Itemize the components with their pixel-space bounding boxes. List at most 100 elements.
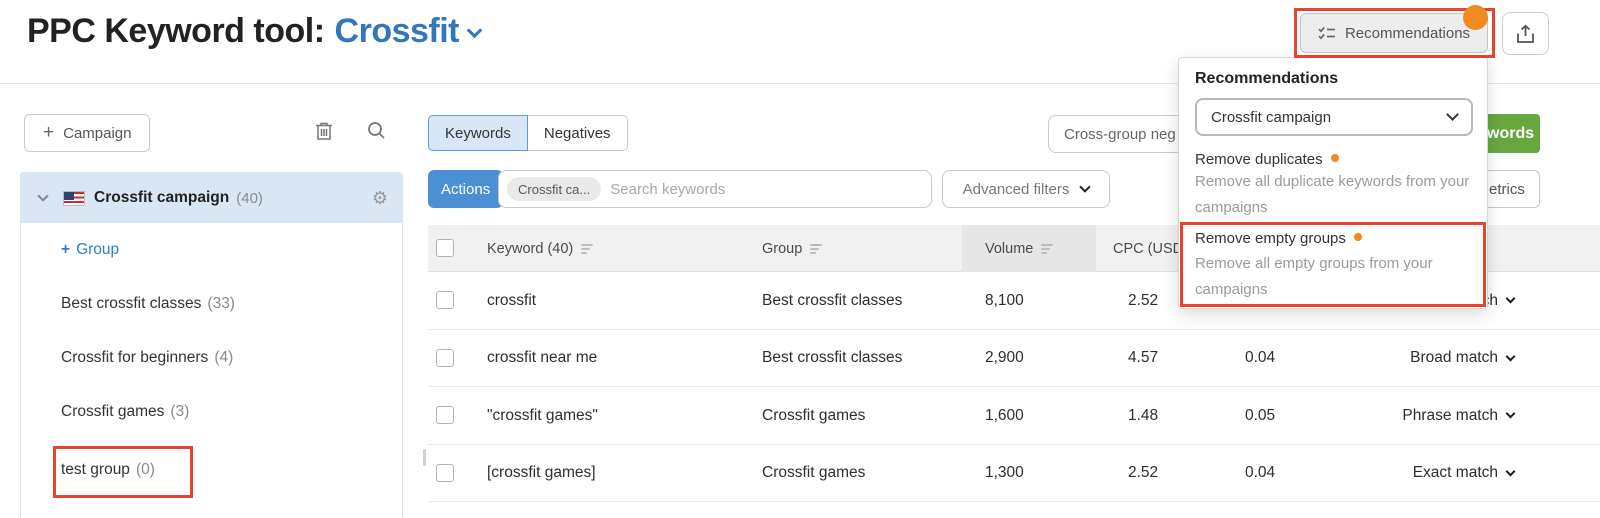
group-name: Crossfit for beginners	[61, 349, 208, 366]
metric-cell: 0.04	[1245, 330, 1275, 388]
remove-empty-groups-description: Remove all empty groups from your campai…	[1195, 251, 1471, 303]
chevron-down-icon	[1506, 294, 1516, 304]
plus-icon: +	[61, 241, 70, 258]
tab-keywords[interactable]: Keywords	[428, 115, 528, 151]
advanced-filters-label: Advanced filters	[963, 181, 1070, 198]
keyword-cell: [crossfit games]	[487, 445, 596, 503]
search-groups-button[interactable]	[367, 121, 391, 145]
chevron-down-icon	[1506, 466, 1516, 476]
volume-cell: 1,300	[985, 445, 1024, 503]
row-checkbox[interactable]	[436, 291, 454, 309]
row-checkbox[interactable]	[436, 406, 454, 424]
select-all-checkbox[interactable]	[436, 239, 454, 257]
notification-dot	[1354, 233, 1362, 241]
metric-cell: 0.04	[1245, 445, 1275, 503]
keywords-negatives-tabs: Keywords Negatives	[428, 115, 628, 151]
column-label: Group	[762, 241, 802, 257]
campaign-filter-chip[interactable]: Crossfit ca...	[507, 177, 601, 201]
campaign-sidebar: Crossfit campaign (40) ⚙ + Group Best cro…	[20, 172, 403, 518]
volume-cell: 8,100	[985, 272, 1024, 330]
cpc-cell: 1.48	[1128, 387, 1158, 445]
checklist-icon	[1318, 26, 1336, 41]
sort-icon	[581, 244, 593, 254]
keyword-cell: "crossfit games"	[487, 387, 598, 445]
gear-icon[interactable]: ⚙	[372, 188, 388, 209]
sort-icon	[1041, 244, 1053, 254]
notification-dot	[1463, 5, 1488, 30]
add-keywords-button[interactable]: words	[1484, 114, 1540, 153]
group-cell: Best crossfit classes	[762, 330, 902, 388]
export-icon	[1516, 24, 1535, 44]
tab-negatives[interactable]: Negatives	[527, 115, 628, 151]
recommendations-button-label: Recommendations	[1345, 25, 1470, 42]
group-count: (3)	[170, 403, 189, 420]
chevron-down-icon	[1080, 181, 1091, 192]
group-cell: Best crossfit classes	[762, 272, 902, 330]
cpc-cell: 2.52	[1128, 445, 1158, 503]
export-button[interactable]	[1502, 12, 1549, 55]
group-count: (33)	[207, 295, 235, 312]
remove-duplicates-description: Remove all duplicate keywords from your …	[1195, 169, 1471, 221]
sidebar-group-crossfit-for-beginners[interactable]: Crossfit for beginners(4)	[61, 349, 233, 367]
column-label: Volume	[985, 241, 1033, 257]
trash-button[interactable]	[315, 121, 339, 145]
column-label: CPC (USD)	[1113, 241, 1188, 257]
notification-dot	[1331, 154, 1339, 162]
campaign-selector[interactable]: Crossfit	[335, 12, 459, 50]
group-name: Crossfit games	[61, 403, 164, 420]
sidebar-group-crossfit-games[interactable]: Crossfit games (3)	[61, 403, 189, 421]
remove-duplicates-item[interactable]: Remove duplicates	[1195, 151, 1339, 168]
match-type-dropdown[interactable]: Phrase match	[1402, 387, 1514, 445]
match-type-dropdown[interactable]: Exact match	[1413, 445, 1514, 503]
column-header-volume[interactable]: Volume	[985, 225, 1053, 272]
add-campaign-button[interactable]: + Campaign	[24, 114, 150, 152]
ppc-keyword-tool: PPC Keyword tool: Crossfit Recommendation…	[0, 0, 1600, 518]
match-type-dropdown[interactable]: Broad match	[1410, 330, 1514, 388]
group-cell: Crossfit games	[762, 445, 865, 503]
keyword-cell: crossfit	[487, 272, 536, 330]
chevron-down-icon[interactable]	[37, 190, 48, 201]
campaign-keyword-count: (40)	[236, 190, 263, 207]
update-metrics-button[interactable]: etrics	[1484, 170, 1540, 208]
panel-campaign-select[interactable]: Crossfit campaign	[1195, 98, 1473, 136]
column-header-group[interactable]: Group	[762, 225, 822, 272]
add-campaign-label: Campaign	[63, 125, 131, 142]
keyword-search-box: Crossfit ca...	[498, 170, 932, 208]
row-checkbox[interactable]	[436, 464, 454, 482]
group-name: test group	[61, 461, 130, 478]
add-group-button[interactable]: + Group	[61, 241, 119, 259]
column-header-cpc[interactable]: CPC (USD)	[1113, 225, 1188, 272]
remove-empty-groups-label: Remove empty groups	[1195, 230, 1346, 247]
sidebar-group-best-crossfit-classes[interactable]: Best crossfit classes (33)	[61, 295, 235, 313]
campaign-name: Crossfit campaign	[94, 189, 229, 207]
remove-empty-groups-item[interactable]: Remove empty groups	[1195, 230, 1362, 247]
column-label: Keyword (40)	[487, 241, 573, 257]
recommendations-button[interactable]: Recommendations	[1300, 13, 1488, 53]
cpc-cell: 2.52	[1128, 272, 1158, 330]
row-checkbox[interactable]	[436, 349, 454, 367]
page-title: PPC Keyword tool: Crossfit	[27, 12, 480, 51]
chevron-down-icon	[1446, 108, 1459, 121]
keyword-cell: crossfit near me	[487, 330, 597, 388]
sidebar-group-test-group[interactable]: test group(0)	[61, 461, 155, 479]
panel-campaign-select-value: Crossfit campaign	[1211, 109, 1331, 126]
sidebar-campaign-row[interactable]: Crossfit campaign (40) ⚙	[21, 173, 402, 223]
group-name: Best crossfit classes	[61, 295, 201, 312]
trash-icon	[315, 121, 333, 141]
search-keywords-input[interactable]	[610, 181, 923, 198]
table-row: [crossfit games] Crossfit games 1,300 2.…	[428, 445, 1600, 503]
plus-icon: +	[43, 122, 54, 144]
add-group-label: Group	[76, 241, 119, 258]
chevron-down-icon	[1506, 409, 1516, 419]
column-header-keyword[interactable]: Keyword (40)	[487, 225, 593, 272]
actions-button[interactable]: Actions	[428, 170, 503, 208]
match-type-label: Exact match	[1413, 464, 1498, 482]
panel-resize-handle[interactable]	[423, 449, 426, 466]
page-title-text: PPC Keyword tool:	[27, 12, 325, 50]
match-type-label: Broad match	[1410, 349, 1498, 367]
group-cell: Crossfit games	[762, 387, 865, 445]
advanced-filters-button[interactable]: Advanced filters	[942, 170, 1110, 208]
chevron-down-icon	[1506, 351, 1516, 361]
volume-cell: 1,600	[985, 387, 1024, 445]
sort-icon	[810, 244, 822, 254]
